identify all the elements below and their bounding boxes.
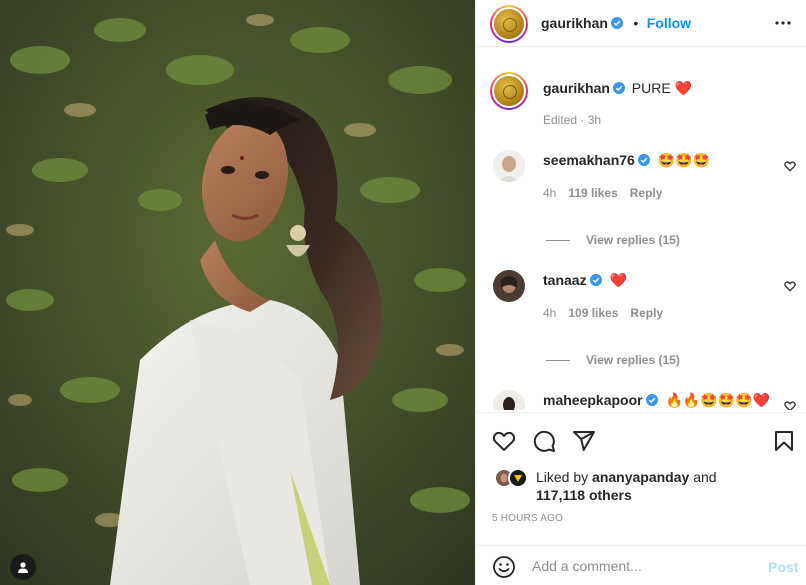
smiley-icon[interactable] <box>492 555 516 579</box>
liked-by-text: Liked by ananyapanday and 117,118 others <box>536 468 717 504</box>
liker-avatar[interactable] <box>508 468 528 488</box>
comment-like-icon[interactable] <box>784 400 796 410</box>
user-tag-icon[interactable] <box>10 554 36 580</box>
post-header: gaurikhan • Follow <box>476 0 806 47</box>
comment-likes[interactable]: 119 likes <box>568 186 617 200</box>
verified-badge-icon <box>610 17 623 29</box>
likes-count[interactable]: 117,118 others <box>536 487 632 503</box>
view-replies-button[interactable]: View replies (15) <box>546 233 680 247</box>
verified-badge-icon <box>645 394 658 406</box>
comment-body: tanaaz ❤️ <box>543 271 627 290</box>
comment-text: ❤️ <box>609 273 627 289</box>
view-replies-label: View replies (15) <box>586 233 680 247</box>
reply-button[interactable]: Reply <box>630 306 663 320</box>
comment-time: 4h <box>543 186 557 200</box>
caption: gaurikhan PURE ❤️ <box>543 79 692 98</box>
bookmark-icon[interactable] <box>772 429 796 453</box>
comment-text: 🤩🤩🤩 <box>657 153 711 169</box>
photo-image <box>0 0 475 585</box>
comment-username[interactable]: tanaaz <box>543 272 587 288</box>
verified-badge-icon <box>589 274 602 286</box>
comment-username[interactable]: seemakhan76 <box>543 152 635 168</box>
author-avatar[interactable] <box>490 5 528 43</box>
comment-like-icon[interactable] <box>784 280 796 292</box>
comment-username[interactable]: maheepkapoor <box>543 392 643 408</box>
post-timestamp[interactable]: 5 HOURS AGO <box>492 513 563 524</box>
view-replies-button[interactable]: View replies (15) <box>546 353 680 367</box>
liked-by-prefix: Liked by <box>536 469 589 485</box>
comment-meta: 4h 119 likes Reply <box>543 186 662 200</box>
comments-list[interactable]: gaurikhan PURE ❤️ Edited · 3h seemakhan7… <box>476 48 806 410</box>
more-horizontal-icon[interactable] <box>772 12 794 34</box>
add-comment-bar: Post <box>476 545 806 585</box>
instagram-post-modal: gaurikhan • Follow gaurikhan PURE ❤️ Edi… <box>0 0 806 585</box>
comment-input[interactable] <box>532 556 752 576</box>
caption-text: PURE <box>631 80 671 96</box>
caption-emoji: ❤️ <box>674 81 693 97</box>
send-icon[interactable] <box>572 429 596 453</box>
comment-likes[interactable]: 109 likes <box>568 306 618 320</box>
liked-by-and: and <box>693 469 717 485</box>
caption-username[interactable]: gaurikhan <box>543 80 610 96</box>
caption-avatar[interactable] <box>490 72 528 110</box>
post-button[interactable]: Post <box>768 559 798 575</box>
comment-like-icon[interactable] <box>784 160 796 172</box>
comment-avatar[interactable] <box>493 270 525 302</box>
comment-avatar[interactable] <box>493 390 525 410</box>
comment-body: maheepkapoor 🔥🔥🤩🤩🤩❤️ <box>543 391 770 410</box>
post-details-panel: gaurikhan • Follow gaurikhan PURE ❤️ Edi… <box>475 0 806 585</box>
liked-by-user[interactable]: ananyapanday <box>592 469 689 485</box>
view-replies-label: View replies (15) <box>586 353 680 367</box>
comment-icon[interactable] <box>532 429 556 453</box>
comment-meta: 4h 109 likes Reply <box>543 306 663 320</box>
comment-avatar[interactable] <box>493 150 525 182</box>
caption-meta: Edited · 3h <box>543 113 602 127</box>
comment-time: 4h <box>543 306 557 320</box>
verified-badge-icon <box>637 154 650 166</box>
header-username[interactable]: gaurikhan <box>541 15 608 31</box>
header-user-line: gaurikhan • Follow <box>541 15 691 33</box>
action-bar <box>476 412 806 468</box>
verified-badge-icon <box>612 82 625 94</box>
reply-button[interactable]: Reply <box>630 186 663 200</box>
comment-body: seemakhan76 🤩🤩🤩 <box>543 151 710 170</box>
follow-button[interactable]: Follow <box>647 15 691 31</box>
post-photo[interactable] <box>0 0 475 585</box>
likes-summary: Liked by ananyapanday and 117,118 others <box>492 468 792 508</box>
header-separator: • <box>633 15 639 31</box>
comment-text: 🔥🔥🤩🤩🤩❤️ <box>665 393 771 409</box>
heart-icon[interactable] <box>492 429 516 453</box>
